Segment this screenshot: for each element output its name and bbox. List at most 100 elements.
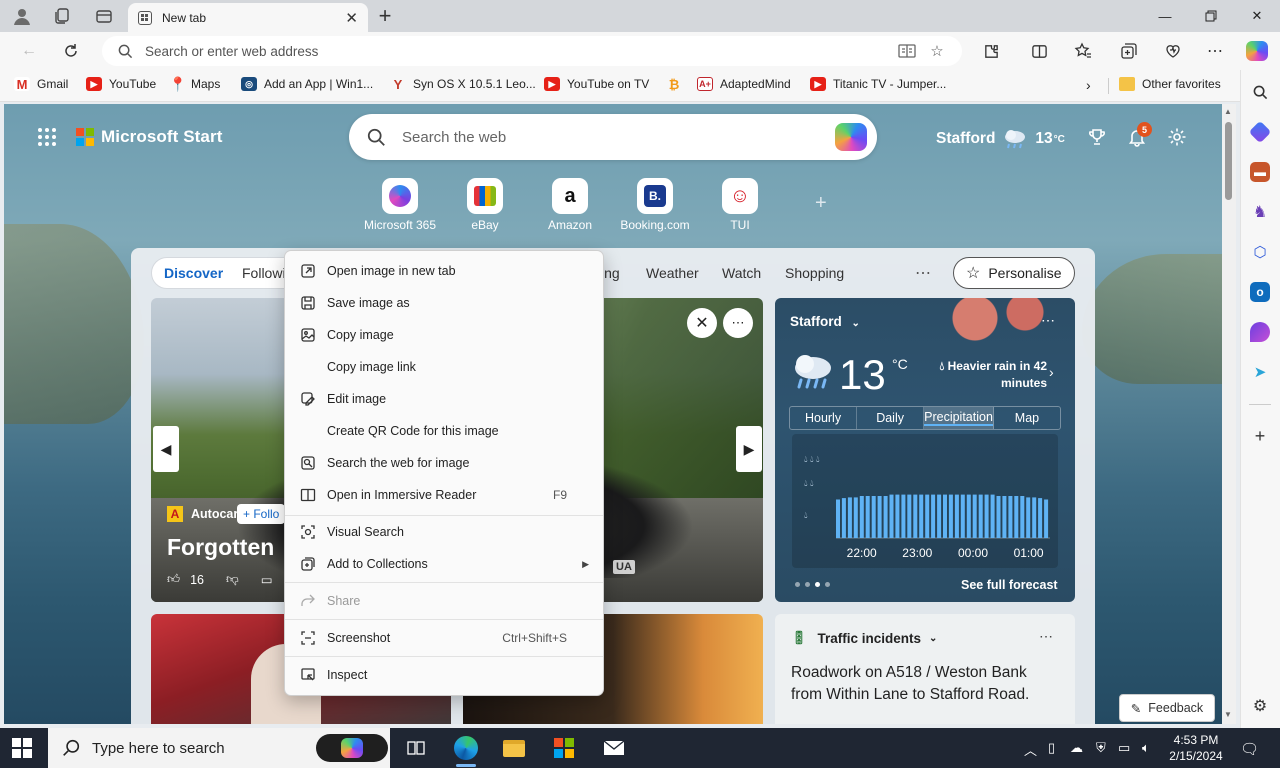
traffic-more-icon[interactable]: ⋯ [1039, 628, 1053, 645]
tools-icon[interactable]: ▬ [1250, 162, 1270, 182]
scroll-down-arrow-icon[interactable]: ▼ [1224, 710, 1232, 719]
sidebar-settings-icon[interactable]: ⚙ [1250, 696, 1270, 716]
favorite-titanic-tv[interactable]: ▶ Titanic TV - Jumper... [810, 77, 946, 91]
other-favorites[interactable]: Other favorites [1119, 77, 1221, 91]
dislike-icon[interactable]: 👎︎ [226, 572, 239, 587]
edge-taskbar-icon[interactable] [446, 732, 486, 767]
rain-alert[interactable]: 💧︎ Heavier rain in 42 minutes [935, 358, 1047, 392]
weather-tab-hourly[interactable]: Hourly [790, 407, 858, 429]
app-launcher-icon[interactable] [38, 128, 56, 146]
show-hidden-icons-chevron-icon[interactable]: ︿ [1024, 740, 1037, 759]
add-quick-link-icon[interactable]: + [815, 192, 827, 215]
add-sidebar-app-icon[interactable]: + [1250, 426, 1270, 446]
favorite-bitcoin[interactable]: ₿ [666, 77, 689, 92]
favorite-syn-os[interactable]: Y Syn OS X 10.5.1 Leo... [390, 77, 536, 92]
designer-icon[interactable] [1250, 322, 1270, 342]
menu-add-to-collections[interactable]: Add to Collections ▶ [285, 549, 603, 579]
task-view-icon[interactable] [396, 732, 436, 764]
menu-open-immersive-reader[interactable]: Open in Immersive Reader F9 [285, 480, 603, 510]
carousel-dots[interactable] [795, 582, 830, 587]
feed-tab-watch[interactable]: Watch [722, 265, 761, 281]
close-window-button[interactable]: ✕ [1234, 0, 1280, 32]
favorite-youtube[interactable]: ▶ YouTube [86, 77, 156, 91]
games-icon[interactable]: ♞ [1250, 202, 1270, 222]
menu-screenshot[interactable]: Screenshot Ctrl+Shift+S [285, 623, 603, 653]
workspaces-icon[interactable] [48, 4, 76, 28]
taskbar-clock[interactable]: 4:53 PM 2/15/2024 [1164, 732, 1228, 764]
traffic-card[interactable]: 🚦︎ Traffic incidents ⌄ ⋯ Roadwork on A51… [775, 614, 1075, 724]
hero-dismiss-icon[interactable]: ✕ [687, 308, 717, 338]
brand-name[interactable]: Microsoft Start [101, 127, 222, 147]
close-tab-icon[interactable]: ✕ [345, 9, 358, 27]
weather-card[interactable]: Stafford ⌄ ⋯ 13 °C 💧︎ Heavier rain in 42… [775, 298, 1075, 602]
personalise-button[interactable]: ☆ Personalise [953, 257, 1075, 289]
scroll-up-arrow-icon[interactable]: ▲ [1224, 107, 1232, 116]
sidebar-search-icon[interactable] [1250, 82, 1270, 102]
menu-inspect[interactable]: Inspect [285, 660, 603, 690]
weather-tab-precipitation[interactable]: Precipitation [924, 407, 994, 429]
immersive-reader-icon[interactable] [892, 43, 922, 59]
scrollbar-thumb[interactable] [1225, 122, 1232, 200]
send-icon[interactable]: ➤ [1250, 362, 1270, 382]
split-screen-icon[interactable] [1024, 37, 1054, 65]
hero-follow-button[interactable]: + Follo [237, 504, 286, 524]
back-button[interactable]: ← [14, 37, 44, 65]
quick-link-ebay[interactable]: eBay [445, 178, 525, 232]
menu-search-web-for-image[interactable]: Search the web for image [285, 448, 603, 478]
volume-icon[interactable]: 🔈︎ [1142, 740, 1150, 756]
favorite-gmail[interactable]: M Gmail [14, 77, 68, 92]
shopping-tag-icon[interactable] [1248, 120, 1272, 144]
comment-icon[interactable]: ▭ [261, 572, 273, 587]
taskbar-search-box[interactable]: Type here to search [48, 728, 390, 768]
page-scrollbar[interactable]: ▲ ▼ [1222, 104, 1236, 724]
microsoft-store-icon[interactable] [544, 732, 584, 764]
favorites-overflow-chevron-icon[interactable]: › [1086, 77, 1091, 93]
favorite-add-an-app[interactable]: ◎ Add an App | Win1... [241, 77, 373, 91]
quick-link-booking[interactable]: B. Booking.com [615, 178, 695, 232]
favorite-star-icon[interactable]: ☆ [922, 42, 952, 60]
extensions-icon[interactable] [976, 37, 1006, 65]
menu-save-image-as[interactable]: Save image as [285, 288, 603, 318]
microsoft365-icon[interactable]: ⬡ [1250, 242, 1270, 262]
weather-location[interactable]: Stafford ⌄ [790, 314, 860, 329]
hero-next-arrow-icon[interactable]: ▶ [736, 426, 762, 472]
menu-copy-image[interactable]: Copy image [285, 320, 603, 350]
minimize-button[interactable]: — [1142, 0, 1188, 32]
weather-tab-daily[interactable]: Daily [857, 407, 925, 429]
feed-tab-shopping[interactable]: Shopping [785, 265, 844, 281]
tab-actions-icon[interactable] [90, 4, 118, 28]
network-icon[interactable]: ▭ [1118, 740, 1130, 756]
header-weather[interactable]: Stafford 13 °C [936, 128, 1065, 150]
feed-tab-discover[interactable]: Discover [164, 265, 223, 281]
page-settings-icon[interactable] [1166, 126, 1188, 148]
feed-tab-weather[interactable]: Weather [646, 265, 699, 281]
hero-prev-arrow-icon[interactable]: ◀ [153, 426, 179, 472]
outlook-icon[interactable]: o [1250, 282, 1270, 302]
menu-copy-image-link[interactable]: Copy image link [285, 352, 603, 382]
menu-open-image-new-tab[interactable]: Open image in new tab [285, 256, 603, 286]
favorites-icon[interactable] [1068, 37, 1098, 65]
feed-more-icon[interactable]: ⋯ [915, 263, 931, 283]
defender-icon[interactable]: ⛨ [1096, 740, 1106, 756]
address-bar[interactable]: Search or enter web address ☆ [102, 36, 962, 66]
quick-link-amazon[interactable]: a Amazon [530, 178, 610, 232]
menu-edit-image[interactable]: Edit image [285, 384, 603, 414]
collections-icon[interactable] [1114, 37, 1144, 65]
feed-tab-following[interactable]: Followi [242, 265, 286, 281]
new-tab-button[interactable]: + [372, 3, 398, 28]
see-full-forecast-link[interactable]: See full forecast [961, 578, 1058, 592]
tab-new-tab[interactable]: New tab ✕ [128, 3, 368, 32]
restore-button[interactable] [1188, 0, 1234, 32]
quick-link-tui[interactable]: ☺ TUI [700, 178, 780, 232]
windows-start-icon[interactable] [12, 738, 32, 758]
copilot-icon[interactable] [316, 734, 388, 762]
feedback-button[interactable]: ✎ Feedback [1119, 694, 1215, 722]
settings-and-more-icon[interactable]: ⋯ [1200, 37, 1230, 65]
copilot-icon[interactable] [835, 123, 867, 151]
chevron-right-icon[interactable]: › [1049, 364, 1054, 380]
weather-tab-map[interactable]: Map [994, 407, 1060, 429]
quick-link-microsoft365[interactable]: Microsoft 365 [360, 178, 440, 232]
rewards-trophy-icon[interactable] [1086, 126, 1108, 148]
profile-icon[interactable] [8, 4, 36, 28]
traffic-header[interactable]: 🚦︎ Traffic incidents ⌄ [791, 630, 937, 646]
